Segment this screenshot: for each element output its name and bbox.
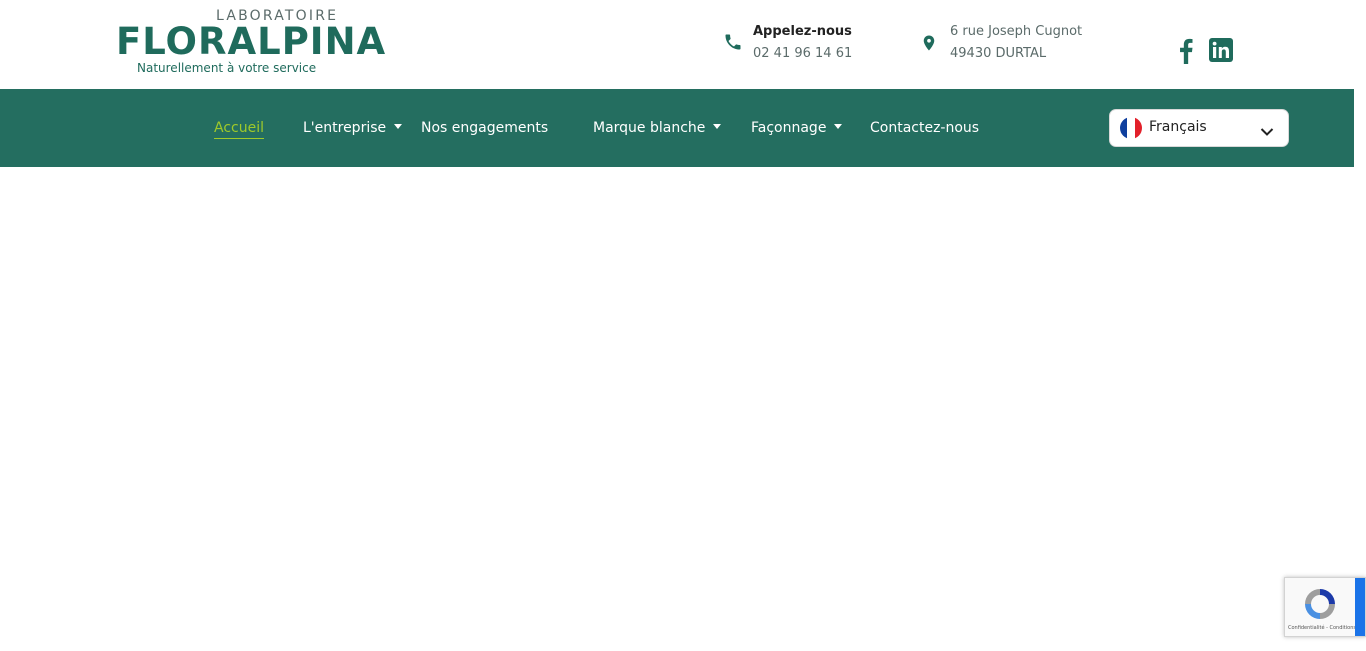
nav-item-label: Nos engagements	[421, 120, 549, 136]
language-label: Français	[1149, 119, 1207, 135]
nav-item-contact[interactable]: Contactez-nous	[870, 118, 979, 138]
language-selector[interactable]: Français	[1109, 109, 1289, 147]
nav-item-entreprise[interactable]: L'entreprise	[303, 118, 403, 138]
nav-item-engagements[interactable]: Nos engagements	[421, 118, 548, 138]
chevron-down-icon	[1260, 122, 1274, 141]
caret-down-icon	[394, 123, 403, 129]
nav-item-faconnage[interactable]: Façonnage	[751, 118, 843, 138]
logo-tagline: Naturellement à votre service	[137, 61, 317, 75]
phone-number[interactable]: 02 41 96 14 61	[753, 46, 852, 61]
contact-phone[interactable]: Appelez-nous 02 41 96 14 61	[723, 24, 883, 68]
nav-item-label: Façonnage	[751, 120, 827, 136]
recaptcha-strip	[1355, 578, 1365, 636]
linkedin-icon[interactable]	[1209, 38, 1233, 66]
map-pin-icon	[920, 32, 938, 58]
nav-item-label: Marque blanche	[593, 120, 706, 136]
nav-item-label: L'entreprise	[303, 120, 387, 136]
phone-icon	[723, 32, 743, 56]
caret-down-icon	[713, 123, 722, 129]
france-flag-icon	[1120, 117, 1142, 139]
nav-item-marque-blanche[interactable]: Marque blanche	[593, 118, 722, 138]
nav-item-accueil[interactable]: Accueil	[214, 118, 264, 139]
top-header: LABORATOIRE FLORALPINA Naturellement à v…	[0, 0, 1354, 89]
logo-brand: FLORALPINA	[116, 20, 387, 63]
address-street: 6 rue Joseph Cugnot	[950, 24, 1083, 39]
recaptcha-links[interactable]: Confidentialité - Conditions	[1288, 625, 1356, 631]
recaptcha-badge[interactable]: Confidentialité - Conditions	[1284, 577, 1366, 637]
page-scrollbar[interactable]	[1354, 0, 1366, 651]
phone-label: Appelez-nous	[753, 24, 852, 39]
page: LABORATOIRE FLORALPINA Naturellement à v…	[0, 0, 1366, 651]
address-city: 49430 DURTAL	[950, 46, 1047, 61]
nav-item-label: Accueil	[214, 120, 264, 136]
nav-item-label: Contactez-nous	[870, 120, 980, 136]
caret-down-icon	[834, 123, 843, 129]
recaptcha-icon	[1302, 586, 1338, 626]
contact-address: 6 rue Joseph Cugnot 49430 DURTAL	[920, 24, 1120, 68]
facebook-icon[interactable]	[1177, 38, 1195, 68]
site-logo[interactable]: LABORATOIRE FLORALPINA Naturellement à v…	[116, 8, 385, 78]
